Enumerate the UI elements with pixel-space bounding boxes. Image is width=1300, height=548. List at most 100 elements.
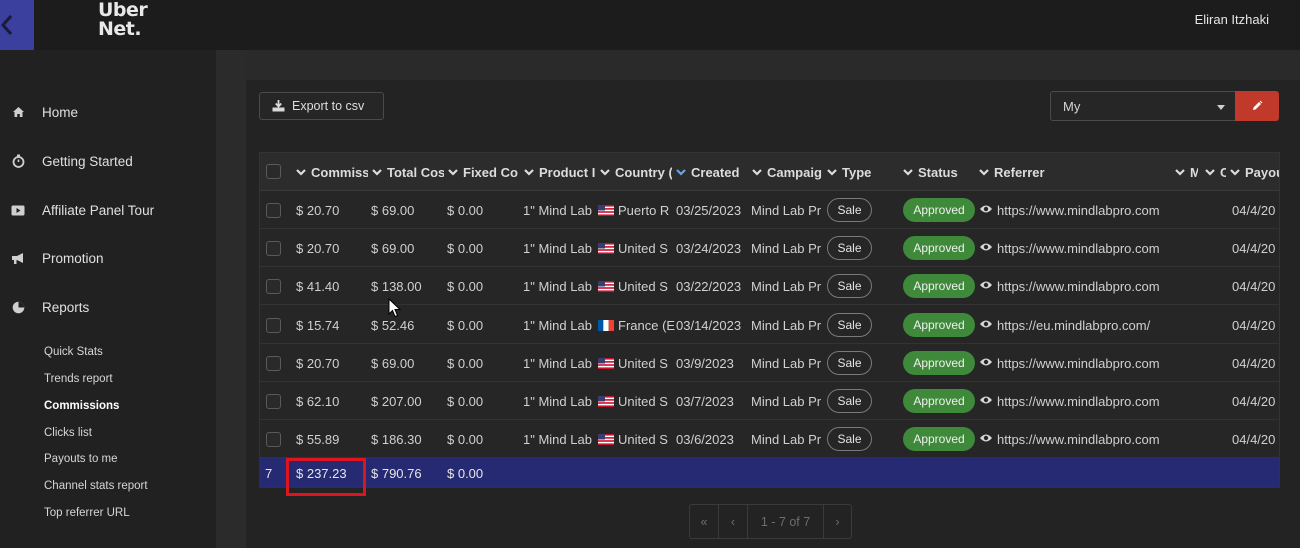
- cell-fixed-cost: $ 0.00: [447, 279, 484, 295]
- logo-line-2: Net.: [98, 18, 142, 40]
- sidebar-item-reports[interactable]: Reports: [10, 295, 89, 319]
- cell-campaign: Mind Lab Pr: [751, 394, 822, 409]
- sidebar-subitem-channel-stats-report[interactable]: Channel stats report: [44, 480, 148, 492]
- sidebar-subitem-top-referrer-url[interactable]: Top referrer URL: [44, 507, 130, 519]
- sidebar-item-promotion[interactable]: Promotion: [10, 246, 104, 270]
- row-checkbox[interactable]: [266, 317, 281, 333]
- table-row[interactable]: $ 62.10 $ 207.00 $ 0.00 1" Mind Lab Unit…: [260, 382, 1279, 420]
- cell-created: 03/7/2023: [676, 394, 734, 409]
- sidebar-subitem-payouts-to-me[interactable]: Payouts to me: [44, 453, 118, 465]
- sidebar-item-getting-started[interactable]: Getting Started: [10, 149, 133, 173]
- cell-country: United S: [598, 393, 676, 410]
- table-row[interactable]: $ 41.40 $ 138.00 $ 0.00 1" Mind Lab Unit…: [260, 267, 1279, 306]
- status-badge: Approved: [903, 427, 975, 452]
- pagination-prev-button[interactable]: ‹: [719, 505, 748, 538]
- sidebar-subitem-commissions[interactable]: Commissions: [44, 400, 119, 412]
- flag-icon: [598, 279, 614, 293]
- table-header: Commiss Total Cos Fixed Co Product I Cou…: [260, 153, 1279, 191]
- export-csv-button[interactable]: Export to csv: [259, 92, 384, 120]
- cell-referrer[interactable]: https://www.mindlabpro.com: [997, 431, 1173, 448]
- column-header-type[interactable]: Type: [826, 164, 896, 180]
- cell-country: United S: [598, 355, 676, 372]
- column-header-label: Commiss: [311, 164, 368, 180]
- cell-country: United S: [598, 278, 676, 295]
- sidebar-item-home[interactable]: Home: [10, 100, 78, 124]
- flag-icon: [598, 241, 614, 255]
- edit-view-button[interactable]: [1235, 91, 1279, 121]
- row-checkbox[interactable]: [266, 432, 281, 448]
- cell-country-text: Puerto R: [618, 203, 670, 218]
- cell-total-cost: $ 186.30: [371, 432, 422, 448]
- column-header-referrer[interactable]: Referrer: [978, 164, 1168, 180]
- column-header-label: Status: [918, 164, 958, 180]
- row-checkbox[interactable]: [266, 279, 281, 295]
- cell-campaign: Mind Lab Pr: [751, 241, 822, 257]
- cell-referrer[interactable]: https://www.mindlabpro.com: [997, 355, 1173, 372]
- select-all-checkbox[interactable]: [266, 164, 281, 179]
- table-row[interactable]: $ 55.89 $ 186.30 $ 0.00 1" Mind Lab Unit…: [260, 420, 1279, 459]
- table-row[interactable]: $ 20.70 $ 69.00 $ 0.00 1" Mind Lab Unite…: [260, 229, 1279, 268]
- cell-referrer[interactable]: https://eu.mindlabpro.com/: [997, 317, 1173, 334]
- column-header-campaign[interactable]: Campaig: [751, 164, 824, 180]
- mouse-cursor-icon: [388, 298, 402, 318]
- column-header-m[interactable]: M: [1174, 164, 1198, 180]
- sidebar-item-affiliate-panel-tour[interactable]: Affiliate Panel Tour: [10, 198, 154, 222]
- chevron-down-icon: [296, 169, 306, 176]
- column-header-total-cost[interactable]: Total Cos: [371, 164, 444, 180]
- row-checkbox[interactable]: [266, 394, 281, 409]
- cell-campaign: Mind Lab Pr: [751, 355, 822, 371]
- eye-icon[interactable]: [979, 395, 993, 405]
- cell-campaign: Mind Lab Pr: [751, 279, 822, 295]
- sidebar-subitem-quick-stats[interactable]: Quick Stats: [44, 346, 103, 358]
- highlight-box: [286, 458, 366, 496]
- table-row[interactable]: $ 20.70 $ 69.00 $ 0.00 1" Mind Lab Unite…: [260, 344, 1279, 382]
- cell-referrer[interactable]: https://www.mindlabpro.com: [997, 393, 1173, 410]
- pagination-next-button[interactable]: ›: [824, 505, 851, 538]
- cell-created: 03/6/2023: [676, 432, 734, 448]
- cell-product: 1" Mind Lab: [523, 355, 592, 371]
- row-checkbox[interactable]: [266, 203, 281, 218]
- pagination-first-button[interactable]: «: [690, 505, 719, 538]
- eye-icon[interactable]: [979, 357, 993, 367]
- status-badge: Approved: [903, 198, 975, 222]
- row-checkbox[interactable]: [266, 241, 281, 257]
- cell-referrer[interactable]: https://www.mindlabpro.com: [997, 240, 1173, 257]
- export-csv-label: Export to csv: [292, 99, 365, 113]
- eye-icon[interactable]: [979, 433, 993, 443]
- column-header-status[interactable]: Status: [902, 164, 976, 180]
- eye-icon[interactable]: [979, 280, 993, 290]
- cell-country: Puerto R: [598, 202, 676, 219]
- column-header-commission[interactable]: Commiss: [295, 164, 368, 180]
- back-button[interactable]: [0, 0, 34, 50]
- column-header-c[interactable]: C: [1204, 164, 1226, 180]
- column-header-payout[interactable]: Payou: [1229, 164, 1279, 180]
- flag-icon: [598, 432, 614, 446]
- video-icon: [10, 202, 26, 218]
- column-header-country[interactable]: Country (: [599, 164, 672, 180]
- table-row[interactable]: $ 15.74 $ 52.46 $ 0.00 1" Mind Lab Franc…: [260, 306, 1279, 344]
- sidebar-subitem-clicks-list[interactable]: Clicks list: [44, 427, 92, 439]
- eye-icon[interactable]: [979, 204, 993, 214]
- chevron-down-icon: [600, 169, 610, 176]
- view-select[interactable]: My: [1050, 91, 1235, 121]
- column-header-product[interactable]: Product I: [523, 164, 596, 180]
- eye-icon[interactable]: [979, 242, 993, 252]
- user-name[interactable]: Eliran Itzhaki: [1195, 12, 1269, 27]
- cell-referrer[interactable]: https://www.mindlabpro.com: [997, 278, 1173, 295]
- column-header-label: Payou: [1245, 164, 1279, 180]
- chevron-down-icon: [676, 169, 686, 176]
- eye-icon[interactable]: [979, 319, 993, 329]
- download-icon: [272, 100, 285, 112]
- cell-created: 03/14/2023: [676, 317, 742, 333]
- column-header-fixed-cost[interactable]: Fixed Co: [447, 164, 520, 180]
- logo[interactable]: Uber Net.: [98, 1, 148, 40]
- column-header-created[interactable]: Created: [675, 164, 749, 180]
- sidebar-subitem-trends-report[interactable]: Trends report: [44, 373, 113, 385]
- column-header-label: Total Cos: [387, 164, 444, 180]
- row-checkbox[interactable]: [266, 355, 281, 371]
- flag-icon: [598, 394, 614, 407]
- cell-referrer[interactable]: https://www.mindlabpro.com: [997, 202, 1173, 219]
- chevron-down-icon: [1175, 169, 1185, 176]
- chevron-down-icon: [1217, 105, 1225, 110]
- table-row[interactable]: $ 20.70 $ 69.00 $ 0.00 1" Mind Lab Puert…: [260, 191, 1279, 229]
